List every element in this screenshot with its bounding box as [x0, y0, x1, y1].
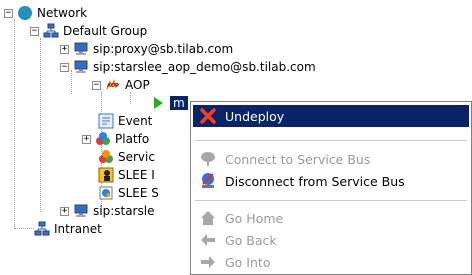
- aop-badge: AOP: [107, 83, 119, 89]
- tree-label: Event: [118, 114, 153, 128]
- menu-item-label: Go Into: [225, 254, 271, 270]
- collapse-toggle[interactable]: −: [60, 62, 69, 72]
- computer-icon: [73, 203, 89, 219]
- tree-node-service[interactable]: Servic: [98, 148, 155, 166]
- tree-label: Default Group: [63, 24, 148, 38]
- tree-label-selected: m: [170, 96, 188, 110]
- menu-item-go-into[interactable]: Go Into: [193, 251, 469, 273]
- menu-item-label: Connect to Service Bus: [225, 151, 371, 167]
- computer-icon: [73, 59, 89, 75]
- platform-icon: [95, 131, 111, 147]
- tree-node-default-group[interactable]: − Default Group: [30, 22, 147, 40]
- tree-node-network[interactable]: − Network: [4, 4, 87, 22]
- event-icon: [98, 113, 114, 129]
- menu-item-go-back[interactable]: Go Back: [193, 229, 469, 251]
- menu-separator: [195, 140, 467, 141]
- globe-icon: [17, 5, 33, 21]
- tree-node-slee-2[interactable]: SLEE S: [98, 184, 159, 202]
- slee-person-icon: [98, 167, 114, 183]
- collapse-toggle[interactable]: −: [92, 80, 101, 90]
- menu-item-label: Undeploy: [225, 108, 285, 124]
- context-menu: Undeploy Connect to Service Bus Disconne…: [190, 101, 472, 275]
- back-arrow-icon: [199, 231, 217, 249]
- red-x-icon: [199, 107, 217, 125]
- expand-toggle[interactable]: +: [60, 206, 69, 216]
- tree-label: SLEE I: [118, 168, 155, 182]
- forward-arrow-icon: [199, 253, 217, 271]
- tree-node-event[interactable]: Event: [98, 112, 152, 130]
- collapse-toggle[interactable]: −: [4, 8, 13, 18]
- tree-label: AOP: [125, 78, 150, 92]
- aop-icon: AOP: [105, 77, 121, 93]
- tree-node-selected[interactable]: m: [150, 94, 188, 112]
- tree-label: sip:proxy@sb.tilab.com: [93, 42, 234, 56]
- expand-toggle[interactable]: +: [60, 44, 69, 54]
- collapse-toggle[interactable]: −: [30, 26, 39, 36]
- tree-label: Intranet: [54, 222, 102, 236]
- home-icon: [199, 209, 217, 227]
- menu-separator: [195, 200, 467, 201]
- menu-item-label: Go Home: [225, 210, 284, 226]
- tree-node-platform[interactable]: + Platfo: [82, 130, 149, 148]
- network-group-icon: [34, 221, 50, 237]
- tree-node-aop[interactable]: − AOP AOP: [92, 76, 150, 94]
- menu-item-disconnect[interactable]: Disconnect from Service Bus: [193, 170, 469, 192]
- tree-label: Servic: [118, 150, 155, 164]
- computer-icon: [73, 41, 89, 57]
- menu-item-connect[interactable]: Connect to Service Bus: [193, 148, 469, 170]
- play-icon: [150, 95, 166, 111]
- slee-service-icon: [98, 185, 114, 201]
- tree-label: sip:starslee_aop_demo@sb.tilab.com: [93, 60, 316, 74]
- service-icon: [98, 149, 114, 165]
- disconnect-bus-icon: [199, 172, 217, 190]
- network-group-icon: [43, 23, 59, 39]
- tree-label: sip:starsle: [93, 204, 155, 218]
- tree-node-proxy[interactable]: + sip:proxy@sb.tilab.com: [60, 40, 233, 58]
- tree-node-slee-1[interactable]: SLEE I: [98, 166, 155, 184]
- tree-node-intranet[interactable]: Intranet: [34, 220, 102, 238]
- connect-bus-icon: [199, 150, 217, 168]
- menu-item-label: Disconnect from Service Bus: [225, 173, 405, 189]
- tree-label: Network: [37, 6, 88, 20]
- tree-node-starsle[interactable]: + sip:starsle: [60, 202, 154, 220]
- menu-item-label: Go Back: [225, 232, 277, 248]
- tree-label: SLEE S: [118, 186, 159, 200]
- expand-toggle[interactable]: +: [82, 134, 91, 144]
- tree-node-starslee[interactable]: − sip:starslee_aop_demo@sb.tilab.com: [60, 58, 316, 76]
- tree-label: Platfo: [115, 132, 150, 146]
- menu-item-go-home[interactable]: Go Home: [193, 207, 469, 229]
- menu-item-undeploy[interactable]: Undeploy: [193, 105, 469, 127]
